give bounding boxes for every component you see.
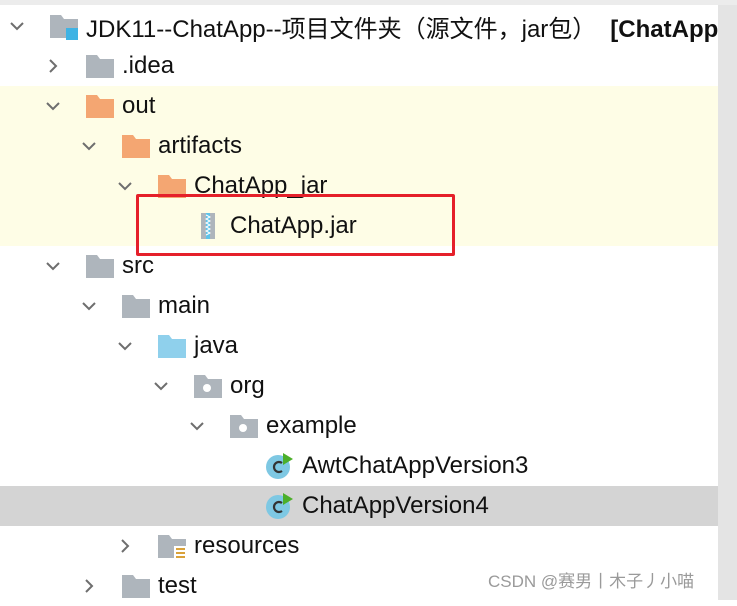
package-icon bbox=[193, 372, 223, 400]
tree-item-label: JDK11--ChatApp--项目文件夹（源文件，jar包） [ChatApp] bbox=[86, 9, 726, 44]
tree-item-label: src bbox=[122, 252, 154, 279]
folder-orange-icon bbox=[85, 92, 115, 120]
module-name: [ChatApp] bbox=[610, 15, 727, 43]
vertical-scrollbar[interactable] bbox=[718, 5, 737, 600]
chevron-down-icon[interactable] bbox=[114, 175, 136, 197]
tree-item-label: java bbox=[194, 332, 239, 359]
folder-gray-icon bbox=[85, 52, 115, 80]
tree-item-java[interactable]: java bbox=[0, 326, 718, 366]
chevron-down-icon[interactable] bbox=[186, 415, 208, 437]
chevron-down-icon[interactable] bbox=[6, 15, 28, 37]
project-tree[interactable]: JDK11--ChatApp--项目文件夹（源文件，jar包） [ChatApp]… bbox=[0, 6, 737, 606]
tree-item-label: example bbox=[266, 412, 357, 439]
tree-item-label: AwtChatAppVersion3 bbox=[302, 452, 529, 479]
tree-item-label: org bbox=[230, 372, 265, 399]
tree-item-example[interactable]: example bbox=[0, 406, 718, 446]
tree-item-label: artifacts bbox=[158, 132, 243, 159]
module-folder-icon bbox=[49, 12, 79, 40]
package-icon bbox=[229, 412, 259, 440]
chevron-down-icon[interactable] bbox=[42, 95, 64, 117]
tree-item-jdk11-chatapp-jar[interactable]: JDK11--ChatApp--项目文件夹（源文件，jar包） [ChatApp] bbox=[0, 6, 726, 46]
root-label-text: JDK11--ChatApp--项目文件夹（源文件，jar包） bbox=[86, 15, 597, 43]
folder-orange-icon bbox=[121, 132, 151, 160]
folder-gray-icon bbox=[85, 252, 115, 280]
tree-item-label: resources bbox=[194, 532, 300, 559]
java-class-runnable-icon bbox=[265, 492, 295, 520]
tree-item-artifacts[interactable]: artifacts bbox=[0, 126, 718, 166]
top-edge bbox=[0, 0, 737, 5]
tree-item-label: ChatAppVersion4 bbox=[302, 492, 489, 519]
highlight-annotation-box bbox=[136, 194, 455, 256]
tree-item-main[interactable]: main bbox=[0, 286, 718, 326]
chevron-down-icon[interactable] bbox=[150, 375, 172, 397]
source-folder-icon bbox=[157, 332, 187, 360]
chevron-right-icon[interactable] bbox=[42, 55, 64, 77]
folder-gray-icon bbox=[121, 572, 151, 600]
tree-item-chatappversion4[interactable]: ChatAppVersion4 bbox=[0, 486, 737, 526]
tree-item-label: main bbox=[158, 292, 211, 319]
folder-gray-icon bbox=[121, 292, 151, 320]
tree-item-idea[interactable]: .idea bbox=[0, 46, 718, 86]
java-class-runnable-icon bbox=[265, 452, 295, 480]
chevron-down-icon[interactable] bbox=[42, 255, 64, 277]
chevron-right-icon[interactable] bbox=[78, 575, 100, 597]
tree-item-label: test bbox=[158, 572, 197, 599]
tree-item-label: out bbox=[122, 92, 156, 119]
watermark: CSDN @赛男丨木子丿小喵 bbox=[488, 572, 695, 591]
tree-item-awtchatappversion3[interactable]: AwtChatAppVersion3 bbox=[0, 446, 718, 486]
tree-item-resources[interactable]: resources bbox=[0, 526, 718, 566]
resources-folder-icon bbox=[157, 532, 187, 560]
chevron-down-icon[interactable] bbox=[78, 135, 100, 157]
chevron-down-icon[interactable] bbox=[78, 295, 100, 317]
chevron-right-icon[interactable] bbox=[114, 535, 136, 557]
tree-item-label: .idea bbox=[122, 52, 175, 79]
tree-item-out[interactable]: out bbox=[0, 86, 718, 126]
tree-item-org[interactable]: org bbox=[0, 366, 718, 406]
chevron-down-icon[interactable] bbox=[114, 335, 136, 357]
